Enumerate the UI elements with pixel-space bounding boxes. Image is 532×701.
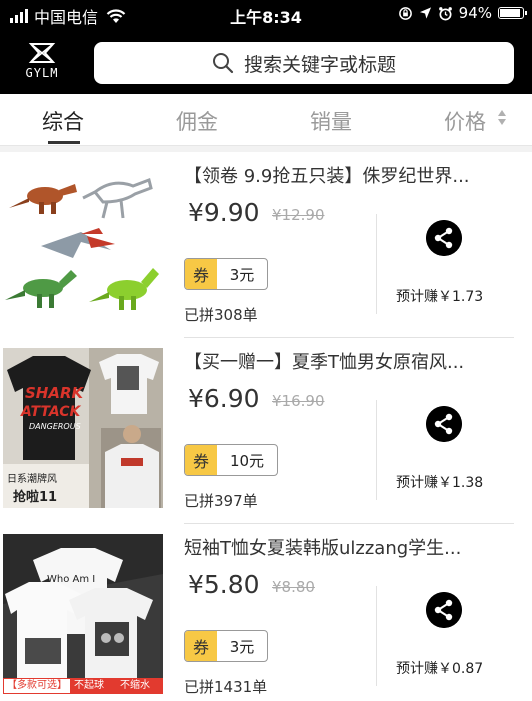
tab-sales[interactable]: 销量 <box>310 106 352 136</box>
tag-multiple-styles: 【多款可选】 <box>3 678 71 694</box>
product-card[interactable]: SHARK ATTACK DANGEROUS 日系潮牌风 抢啦11 【买一赠一】… <box>0 338 532 524</box>
logo-text: GYLM <box>25 66 59 80</box>
status-bar: 中国电信 上午8:34 94% <box>0 0 532 30</box>
product-title[interactable]: 短袖T恤女夏装韩版ulzzang学生... <box>184 534 524 560</box>
sort-arrows-icon[interactable] <box>498 110 506 125</box>
product-image[interactable]: Who Am I 【多款可选】 不起球 不缩水 <box>3 534 163 694</box>
caption-style: 日系潮牌风 <box>7 474 57 485</box>
estimated-earnings: 预计赚￥0.87 <box>396 661 484 677</box>
share-icon[interactable] <box>426 406 462 442</box>
vertical-divider <box>376 400 377 500</box>
logo[interactable]: GYLM <box>20 42 64 86</box>
tshirt-flatlay-image <box>3 534 163 694</box>
shirt-text-shark: SHARK <box>25 384 84 402</box>
tab-comprehensive[interactable]: 综合 <box>42 106 84 136</box>
search-input[interactable]: 搜索关键字或标题 <box>94 42 514 84</box>
coupon-value: 3元 <box>229 637 255 656</box>
location-icon <box>419 7 431 19</box>
header: GYLM 搜索关键字或标题 <box>0 30 532 94</box>
tab-price[interactable]: 价格 <box>444 106 486 136</box>
dinosaur-toys-image <box>3 162 163 322</box>
share-icon[interactable] <box>426 592 462 628</box>
rotation-lock-icon <box>398 6 412 20</box>
search-icon <box>212 53 234 74</box>
coupon-badge[interactable]: 券 3元 <box>184 258 268 290</box>
estimated-earnings: 预计赚￥1.73 <box>396 289 484 305</box>
product-price: ¥9.90 <box>188 198 260 227</box>
search-placeholder: 搜索关键字或标题 <box>243 53 396 76</box>
coupon-badge[interactable]: 券 3元 <box>184 630 268 662</box>
sort-tabs: 综合 佣金 销量 价格 <box>0 94 532 146</box>
coupon-label: 券 <box>185 259 217 289</box>
product-card[interactable]: 【领卷 9.9抢五只装】侏罗纪世界... ¥9.90 ¥12.90 券 3元 已… <box>0 152 532 338</box>
product-tags: 【多款可选】 不起球 不缩水 <box>3 678 163 694</box>
vertical-divider <box>376 586 377 686</box>
product-card[interactable]: Who Am I 【多款可选】 不起球 不缩水 短袖T恤女夏装韩版ulzzang… <box>0 524 532 701</box>
coupon-badge[interactable]: 券 10元 <box>184 444 278 476</box>
tag-no-shrink: 不缩水 <box>117 678 163 694</box>
coupon-value: 3元 <box>229 265 255 284</box>
shirt-text-dangerous: DANGEROUS <box>29 422 81 431</box>
product-image[interactable]: SHARK ATTACK DANGEROUS 日系潮牌风 抢啦11 <box>3 348 163 508</box>
product-title[interactable]: 【买一赠一】夏季T恤男女原宿风... <box>184 348 524 374</box>
shirt-text-attack: ATTACK <box>21 404 81 420</box>
coupon-label: 券 <box>185 445 217 475</box>
coupon-value: 10元 <box>229 451 265 470</box>
product-price: ¥5.80 <box>188 570 260 599</box>
shirt-text-who-am-i: Who Am I <box>47 574 96 585</box>
tag-no-pilling: 不起球 <box>71 678 117 694</box>
product-original-price: ¥12.90 <box>272 206 325 224</box>
product-original-price: ¥16.90 <box>272 392 325 410</box>
caption-grab: 抢啦11 <box>13 490 58 505</box>
battery-icon <box>498 7 527 19</box>
vertical-divider <box>376 214 377 314</box>
product-original-price: ¥8.80 <box>272 578 315 596</box>
active-tab-indicator <box>48 141 80 144</box>
sold-count: 已拼308单 <box>184 306 258 324</box>
status-right: 94% <box>398 4 527 22</box>
alarm-icon <box>438 6 452 20</box>
product-price: ¥6.90 <box>188 384 260 413</box>
coupon-label: 券 <box>185 631 217 661</box>
logo-icon <box>28 43 56 63</box>
tab-commission[interactable]: 佣金 <box>176 106 218 136</box>
estimated-earnings: 预计赚￥1.38 <box>396 475 484 491</box>
battery-percent: 94% <box>458 4 492 22</box>
sold-count: 已拼1431单 <box>184 678 268 696</box>
sold-count: 已拼397单 <box>184 492 258 510</box>
product-title[interactable]: 【领卷 9.9抢五只装】侏罗纪世界... <box>184 162 524 188</box>
product-image[interactable] <box>3 162 163 322</box>
share-icon[interactable] <box>426 220 462 256</box>
